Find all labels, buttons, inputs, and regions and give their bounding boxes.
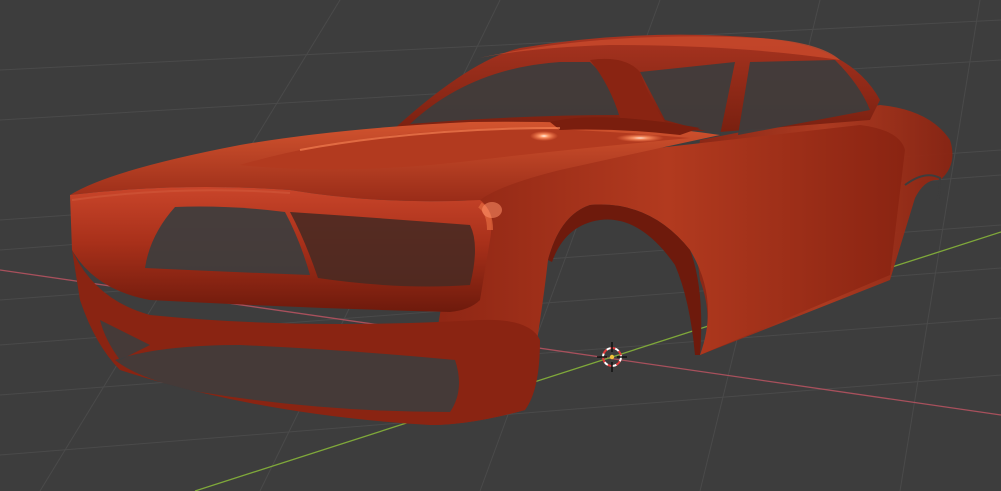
viewport-canvas[interactable] xyxy=(0,0,1001,491)
car-body-shell[interactable] xyxy=(70,34,953,425)
3d-cursor-icon[interactable] xyxy=(597,342,627,372)
3d-viewport[interactable] xyxy=(0,0,1001,491)
